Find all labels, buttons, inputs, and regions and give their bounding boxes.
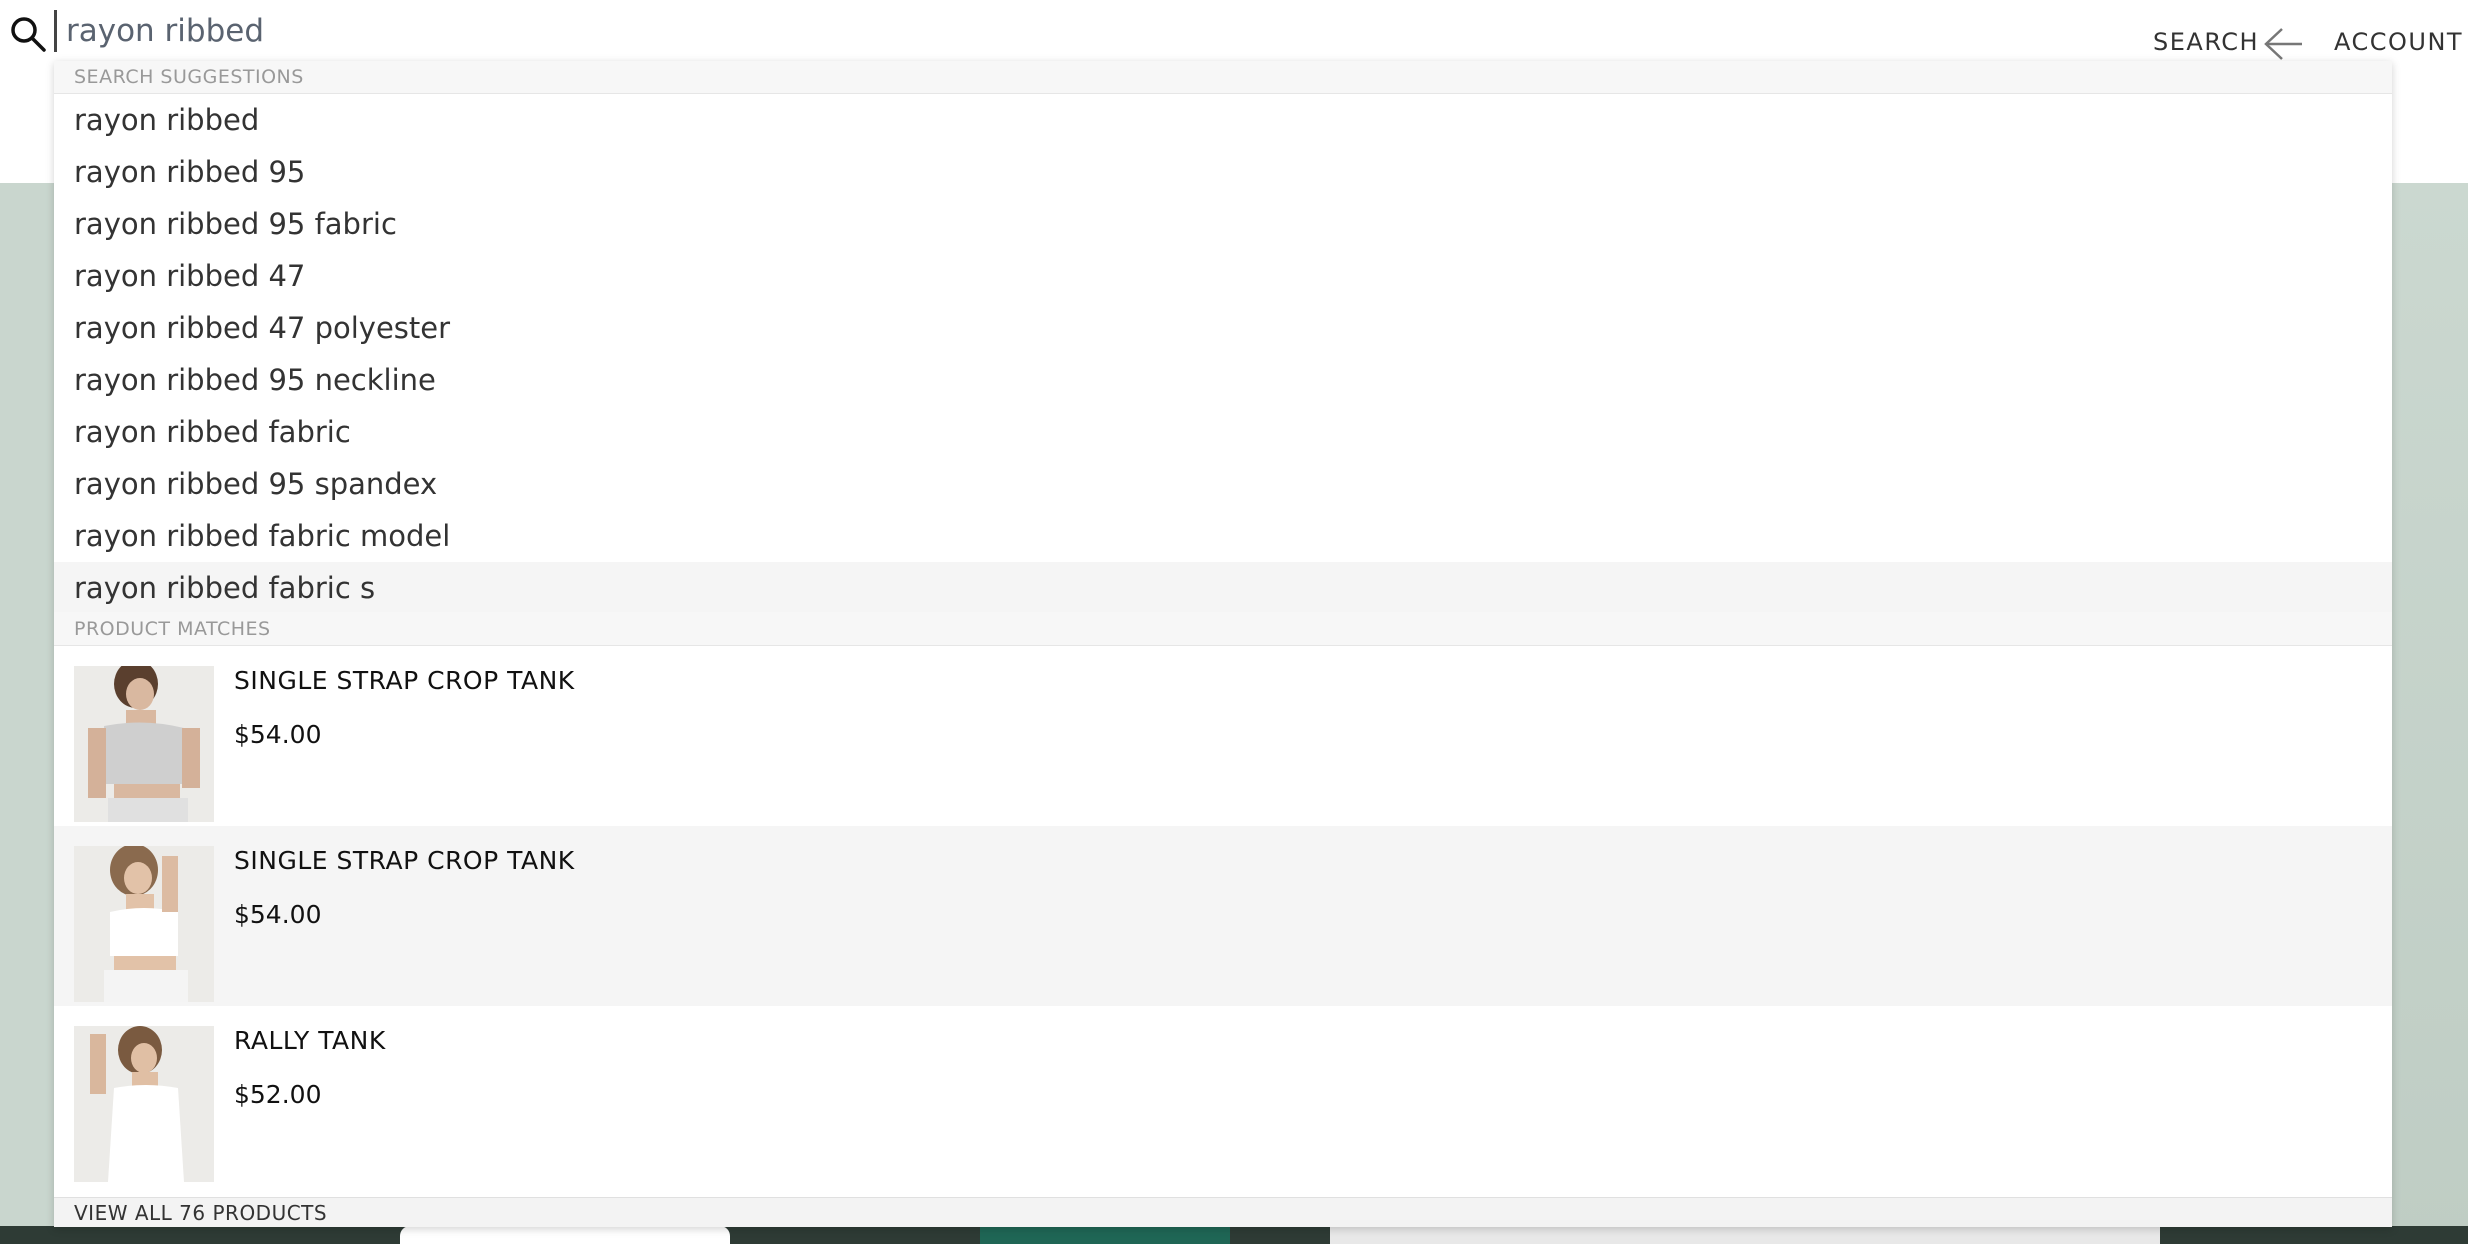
product-item[interactable]: SINGLE STRAP CROP TANK $54.00 (54, 646, 2392, 826)
suggestion-item[interactable]: rayon ribbed 47 polyester (54, 302, 2392, 354)
suggestion-item[interactable]: rayon ribbed fabric model (54, 510, 2392, 562)
hero-image-part (1330, 1226, 2160, 1244)
product-item[interactable]: RALLY TANK $52.00 (54, 1006, 2392, 1186)
product-name[interactable]: RALLY TANK (234, 1026, 386, 1055)
suggestion-item[interactable]: rayon ribbed 47 (54, 250, 2392, 302)
text-cursor (54, 10, 57, 52)
product-price: $54.00 (234, 720, 322, 749)
account-link[interactable]: ACCOUNT (2334, 28, 2463, 56)
hero-image-part (980, 1226, 1230, 1244)
product-name[interactable]: SINGLE STRAP CROP TANK (234, 846, 575, 875)
arrow-left-icon[interactable] (2262, 26, 2304, 62)
suggestion-item[interactable]: rayon ribbed 95 neckline (54, 354, 2392, 406)
suggestion-item[interactable]: rayon ribbed 95 (54, 146, 2392, 198)
suggestion-item[interactable]: rayon ribbed 95 fabric (54, 198, 2392, 250)
product-thumbnail[interactable] (74, 846, 214, 1002)
hero-background-edge (2392, 183, 2468, 1244)
product-price: $54.00 (234, 900, 322, 929)
product-item[interactable]: SINGLE STRAP CROP TANK $54.00 (54, 826, 2392, 1006)
search-input[interactable] (66, 6, 1966, 56)
hero-image-part (400, 1226, 730, 1244)
product-price: $52.00 (234, 1080, 322, 1109)
search-link[interactable]: SEARCH (2153, 28, 2259, 56)
search-dropdown: SEARCH SUGGESTIONS rayon ribbed rayon ri… (54, 61, 2392, 1227)
product-thumbnail[interactable] (74, 1026, 214, 1182)
suggestions-heading: SEARCH SUGGESTIONS (54, 61, 2392, 94)
product-thumbnail[interactable] (74, 666, 214, 822)
search-icon[interactable] (8, 14, 48, 54)
suggestion-item[interactable]: rayon ribbed 95 spandex (54, 458, 2392, 510)
suggestion-item[interactable]: rayon ribbed fabric (54, 406, 2392, 458)
view-all-products-link[interactable]: VIEW ALL 76 PRODUCTS (54, 1197, 2392, 1227)
search-bar: SEARCH ACCOUNT (0, 0, 2468, 62)
product-name[interactable]: SINGLE STRAP CROP TANK (234, 666, 575, 695)
suggestion-item[interactable]: rayon ribbed (54, 94, 2392, 146)
products-heading: PRODUCT MATCHES (54, 612, 2392, 646)
suggestion-item[interactable]: rayon ribbed fabric s (54, 562, 2392, 614)
